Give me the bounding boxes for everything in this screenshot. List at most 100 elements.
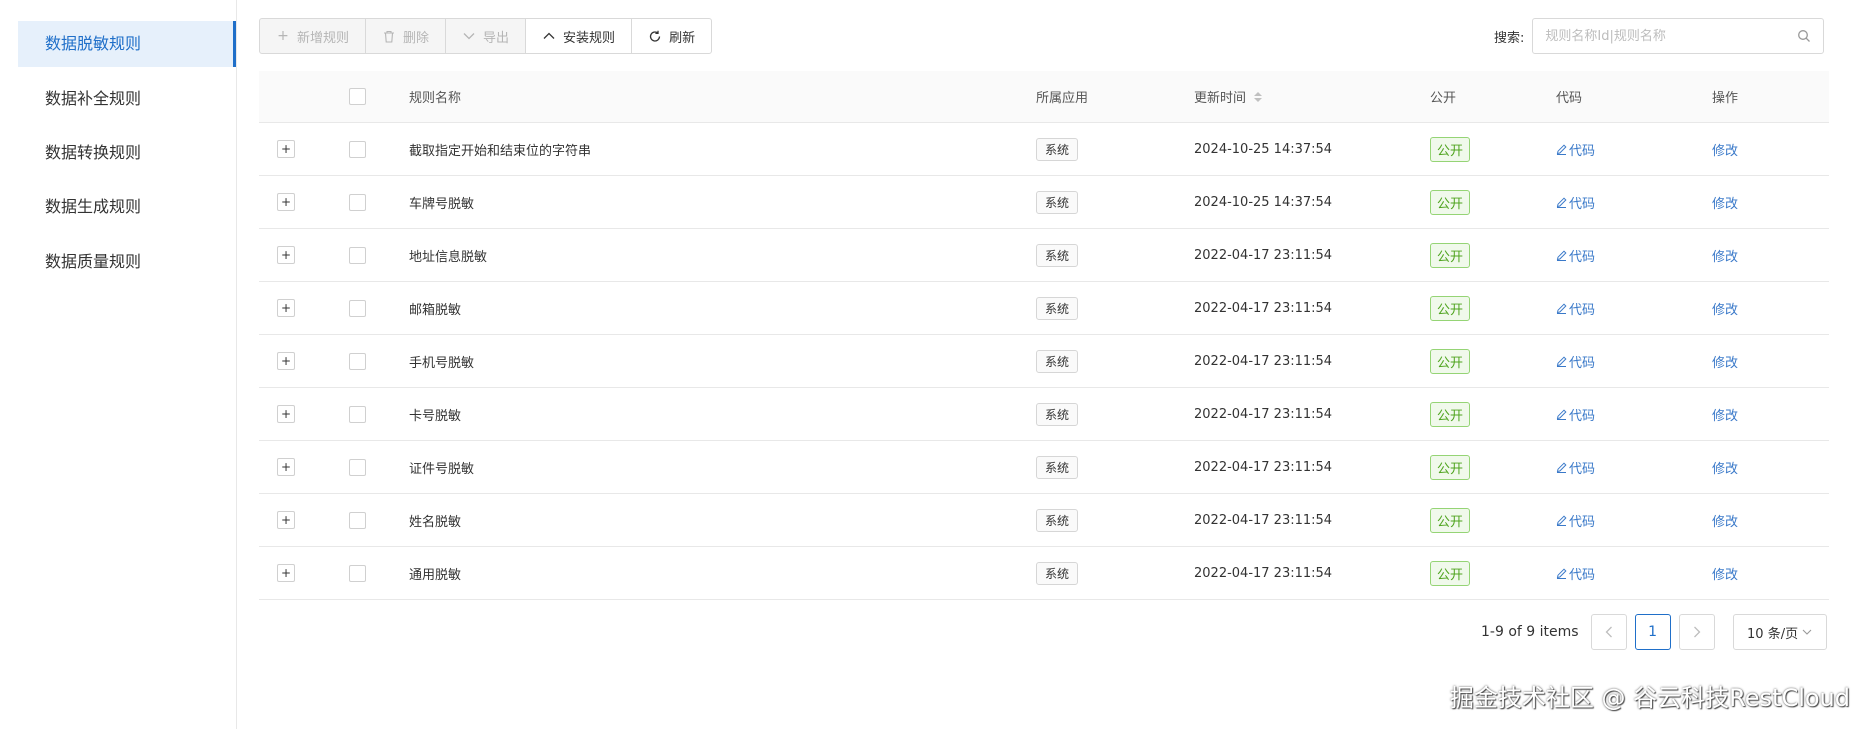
sidebar-item-masking-rules[interactable]: 数据脱敏规则 [18,21,236,67]
search-input[interactable] [1533,19,1824,53]
code-link[interactable]: 代码 [1556,458,1595,477]
row-checkbox[interactable] [349,193,366,211]
row-checkbox[interactable] [349,405,366,423]
code-link[interactable]: 代码 [1556,352,1595,371]
header-update-time[interactable]: 更新时间 [1194,71,1263,122]
code-link-label: 代码 [1569,514,1596,530]
code-link[interactable]: 代码 [1556,405,1595,424]
search-icon[interactable] [1797,29,1811,43]
sort-icon[interactable] [1254,91,1263,102]
chevron-down-icon [463,33,475,40]
code-link-label: 代码 [1569,355,1596,371]
page-size-select[interactable]: 10 条/页 [1732,614,1827,650]
refresh-label: 刷新 [669,30,696,46]
edit-link[interactable]: 修改 [1712,140,1738,159]
expand-button[interactable]: + [277,564,295,582]
update-time: 2022-04-17 23:11:54 [1194,247,1333,263]
delete-label: 删除 [403,30,430,46]
public-cell: 公开 [1430,229,1471,281]
app-cell: 系统 [1036,388,1079,440]
add-rule-button[interactable]: + 新增规则 [259,18,367,54]
expand-button[interactable]: + [277,352,295,370]
expand-button[interactable]: + [277,299,295,317]
sidebar-item-generation-rules[interactable]: 数据生成规则 [18,184,236,230]
public-tag: 公开 [1430,295,1471,321]
edit-link[interactable]: 修改 [1712,352,1738,371]
refresh-button[interactable]: 刷新 [631,18,713,54]
edit-link[interactable]: 修改 [1712,511,1738,530]
install-rule-label: 安装规则 [563,30,616,46]
code-link[interactable]: 代码 [1556,246,1595,265]
code-link[interactable]: 代码 [1556,564,1595,583]
table-header: 规则名称 所属应用 更新时间 公开 代码 操作 [259,71,1829,123]
sidebar-item-completion-rules[interactable]: 数据补全规则 [18,76,236,122]
public-cell: 公开 [1430,547,1471,599]
row-checkbox[interactable] [349,511,366,529]
code-link[interactable]: 代码 [1556,511,1595,530]
row-checkbox[interactable] [349,140,366,158]
expand-button[interactable]: + [277,193,295,211]
sidebar-item-quality-rules[interactable]: 数据质量规则 [18,239,236,285]
table-row: + 地址信息脱敏 系统 2022-04-17 23:11:54 公开 代码 修改 [259,229,1829,282]
expand-button[interactable]: + [277,458,295,476]
rule-name: 证件号脱敏 [409,461,475,477]
chevron-right-icon [1693,626,1700,638]
export-button[interactable]: 导出 [445,18,527,54]
row-checkbox[interactable] [349,352,366,370]
page-size-label: 10 条/页 [1747,626,1799,642]
header-update-time-label: 更新时间 [1194,91,1247,106]
install-rule-button[interactable]: 安装规则 [525,18,633,54]
edit-icon [1556,567,1567,579]
plus-icon: + [277,28,289,44]
expand-button[interactable]: + [277,246,295,264]
row-checkbox[interactable] [349,564,366,582]
app-tag: 系统 [1036,349,1079,373]
public-tag: 公开 [1430,242,1471,268]
update-time: 2024-10-25 14:37:54 [1194,141,1333,157]
edit-link[interactable]: 修改 [1712,299,1738,318]
sidebar-item-conversion-rules[interactable]: 数据转换规则 [18,130,236,176]
update-time: 2022-04-17 23:11:54 [1194,459,1333,475]
chevron-up-icon [543,32,555,39]
public-cell: 公开 [1430,441,1471,493]
next-page-button[interactable] [1678,614,1715,650]
expand-button[interactable]: + [277,140,295,158]
app-tag: 系统 [1036,455,1079,479]
public-cell: 公开 [1430,123,1471,175]
edit-link[interactable]: 修改 [1712,405,1738,424]
code-cell: 代码 [1556,547,1595,599]
row-checkbox[interactable] [349,299,366,317]
code-link[interactable]: 代码 [1556,140,1595,159]
row-checkbox[interactable] [349,246,366,264]
app-cell: 系统 [1036,335,1079,387]
edit-link[interactable]: 修改 [1712,246,1738,265]
row-checkbox[interactable] [349,458,366,476]
code-link[interactable]: 代码 [1556,299,1595,318]
edit-icon [1556,355,1567,367]
edit-link[interactable]: 修改 [1712,564,1738,583]
operation-cell: 修改 [1712,494,1738,546]
delete-button[interactable]: 删除 [365,18,447,54]
expand-button[interactable]: + [277,405,295,423]
checkbox-cell [349,547,366,599]
edit-link[interactable]: 修改 [1712,458,1738,477]
pagination-info: 1-9 of 9 items [1481,624,1579,640]
edit-icon [1556,143,1567,155]
code-link[interactable]: 代码 [1556,193,1595,212]
sidebar: 数据脱敏规则 数据补全规则 数据转换规则 数据生成规则 数据质量规则 [0,0,237,729]
table-row: + 姓名脱敏 系统 2022-04-17 23:11:54 公开 代码 修改 [259,494,1829,547]
prev-page-button[interactable] [1590,614,1627,650]
code-cell: 代码 [1556,388,1595,440]
app-tag: 系统 [1036,402,1079,426]
app-cell: 系统 [1036,547,1079,599]
public-tag: 公开 [1430,348,1471,374]
search-box [1532,18,1825,54]
code-cell: 代码 [1556,123,1595,175]
rule-name: 姓名脱敏 [409,514,462,530]
rule-name: 手机号脱敏 [409,355,475,371]
expand-cell: + [277,229,295,281]
edit-link[interactable]: 修改 [1712,193,1738,212]
page-1-button[interactable]: 1 [1634,614,1671,650]
expand-button[interactable]: + [277,511,295,529]
select-all-checkbox[interactable] [349,88,366,105]
